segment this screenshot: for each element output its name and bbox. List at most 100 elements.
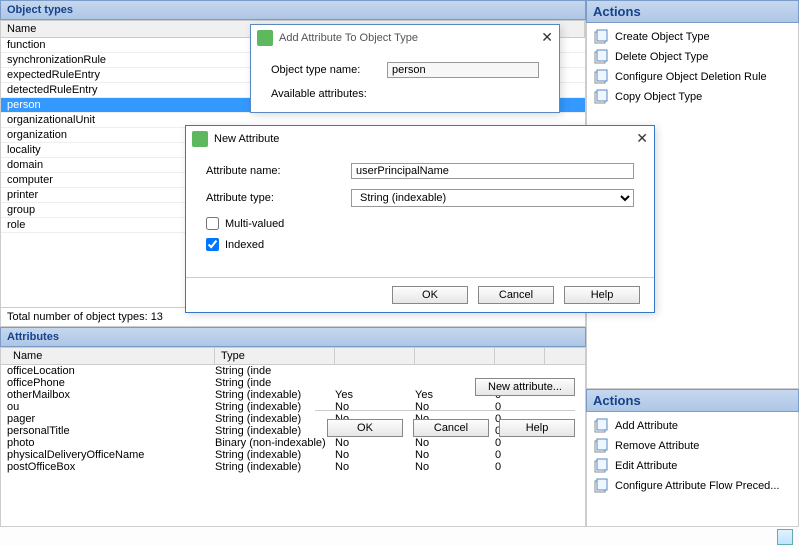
- object-type-name: printer: [7, 189, 38, 201]
- indexed-checkbox[interactable]: [206, 238, 219, 251]
- dialog-title-text: Add Attribute To Object Type: [279, 32, 418, 44]
- dialog-title-text: New Attribute: [214, 133, 279, 145]
- attribute-name-label: Attribute name:: [206, 165, 351, 177]
- attributes-header: Attributes: [0, 327, 586, 347]
- action-item[interactable]: Configure Object Deletion Rule: [589, 67, 796, 87]
- action-item[interactable]: Create Object Type: [589, 27, 796, 47]
- available-attributes-label: Available attributes:: [271, 88, 416, 100]
- action-icon: [593, 438, 609, 454]
- object-type-name: locality: [7, 144, 41, 156]
- object-type-name: organizationalUnit: [7, 114, 95, 126]
- attribute-cell: otherMailbox: [7, 389, 215, 401]
- attribute-name-field[interactable]: [351, 163, 634, 179]
- action-label: Add Attribute: [615, 420, 678, 432]
- attribute-cell: physicalDeliveryOfficeName: [7, 449, 215, 461]
- object-type-name-field: [387, 62, 539, 78]
- object-type-name: computer: [7, 174, 53, 186]
- multi-valued-label: Multi-valued: [225, 218, 284, 230]
- action-item[interactable]: Edit Attribute: [589, 456, 796, 476]
- attribute-cell: String (inde: [215, 365, 335, 377]
- column-header-attr-type[interactable]: Type: [215, 348, 335, 364]
- attribute-cell: 0: [495, 437, 545, 449]
- add-dialog-buttons: New attribute... OK Cancel Help: [315, 378, 575, 437]
- add-attribute-dialog: Add Attribute To Object Type ✕ Object ty…: [250, 24, 560, 113]
- object-type-name: person: [7, 99, 41, 111]
- action-label: Copy Object Type: [615, 91, 702, 103]
- actions-header-top: Actions: [586, 0, 799, 23]
- ok-button[interactable]: OK: [392, 286, 468, 304]
- app-icon: [192, 131, 208, 147]
- help-button[interactable]: Help: [564, 286, 640, 304]
- attribute-cell: ou: [7, 401, 215, 413]
- attribute-cell: [415, 365, 495, 377]
- object-type-name: domain: [7, 159, 43, 171]
- attribute-cell: No: [415, 449, 495, 461]
- attribute-cell: 0: [495, 449, 545, 461]
- attribute-cell: String (indexable): [215, 461, 335, 473]
- cancel-button[interactable]: Cancel: [413, 419, 489, 437]
- attribute-cell: postOfficeBox: [7, 461, 215, 473]
- attribute-row[interactable]: officeLocationString (inde: [1, 365, 585, 377]
- action-item[interactable]: Configure Attribute Flow Preced...: [589, 476, 796, 496]
- action-label: Delete Object Type: [615, 51, 708, 63]
- attribute-cell: No: [415, 461, 495, 473]
- attribute-cell: Binary (non-indexable): [215, 437, 335, 449]
- action-item[interactable]: Remove Attribute: [589, 436, 796, 456]
- actions-header-bottom: Actions: [586, 389, 799, 412]
- app-icon: [257, 30, 273, 46]
- cancel-button[interactable]: Cancel: [478, 286, 554, 304]
- refresh-icon[interactable]: [777, 529, 793, 545]
- attribute-cell: No: [415, 437, 495, 449]
- action-icon: [593, 89, 609, 105]
- action-icon: [593, 69, 609, 85]
- attribute-cell: No: [335, 461, 415, 473]
- object-type-name: detectedRuleEntry: [7, 84, 98, 96]
- status-strip: [0, 526, 799, 546]
- ok-button[interactable]: OK: [327, 419, 403, 437]
- object-type-name: organization: [7, 129, 67, 141]
- attributes-grid[interactable]: Name Type officeLocationString (indeoffi…: [0, 347, 586, 546]
- new-attribute-dialog: New Attribute ✕ Attribute name: Attribut…: [185, 125, 655, 313]
- attribute-cell: No: [335, 449, 415, 461]
- help-button[interactable]: Help: [499, 419, 575, 437]
- attribute-cell: personalTitle: [7, 425, 215, 437]
- new-attribute-button[interactable]: New attribute...: [475, 378, 575, 396]
- indexed-label: Indexed: [225, 239, 264, 251]
- object-type-name: expectedRuleEntry: [7, 69, 100, 81]
- object-type-name: synchronizationRule: [7, 54, 106, 66]
- attribute-cell: 0: [495, 461, 545, 473]
- action-item[interactable]: Add Attribute: [589, 416, 796, 436]
- object-types-header: Object types: [0, 0, 586, 20]
- action-label: Edit Attribute: [615, 460, 677, 472]
- attribute-row[interactable]: photoBinary (non-indexable)NoNo0: [1, 437, 585, 449]
- object-type-name: group: [7, 204, 35, 216]
- attribute-cell: photo: [7, 437, 215, 449]
- attribute-cell: No: [335, 437, 415, 449]
- object-type-name: function: [7, 39, 46, 51]
- action-label: Configure Attribute Flow Preced...: [615, 480, 779, 492]
- action-label: Create Object Type: [615, 31, 710, 43]
- action-item[interactable]: Delete Object Type: [589, 47, 796, 67]
- action-label: Configure Object Deletion Rule: [615, 71, 767, 83]
- attribute-cell: [495, 365, 545, 377]
- action-icon: [593, 458, 609, 474]
- column-header-attr-name[interactable]: Name: [7, 348, 215, 364]
- attribute-cell: pager: [7, 413, 215, 425]
- attribute-cell: String (indexable): [215, 449, 335, 461]
- attribute-row[interactable]: postOfficeBoxString (indexable)NoNo0: [1, 461, 585, 473]
- multi-valued-checkbox[interactable]: [206, 217, 219, 230]
- close-icon[interactable]: ✕: [636, 130, 648, 147]
- action-label: Remove Attribute: [615, 440, 699, 452]
- action-icon: [593, 49, 609, 65]
- object-type-name: role: [7, 219, 25, 231]
- close-icon[interactable]: ✕: [541, 29, 553, 46]
- attribute-cell: officePhone: [7, 377, 215, 389]
- attribute-type-select[interactable]: String (indexable): [351, 189, 634, 207]
- action-icon: [593, 418, 609, 434]
- attribute-row[interactable]: physicalDeliveryOfficeNameString (indexa…: [1, 449, 585, 461]
- object-type-name-label: Object type name:: [271, 64, 387, 76]
- attribute-type-label: Attribute type:: [206, 192, 351, 204]
- action-item[interactable]: Copy Object Type: [589, 87, 796, 107]
- action-icon: [593, 478, 609, 494]
- attribute-cell: officeLocation: [7, 365, 215, 377]
